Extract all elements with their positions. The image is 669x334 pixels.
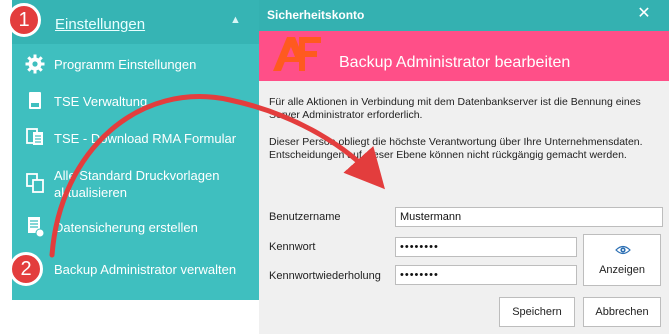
username-field[interactable]: Mustermann <box>395 207 663 227</box>
cancel-button[interactable]: Abbrechen <box>583 297 661 327</box>
dialog-body: Für alle Aktionen in Verbindung mit dem … <box>259 81 669 334</box>
dialog-banner-title: Backup Administrator bearbeiten <box>339 54 571 71</box>
af-logo <box>273 37 321 71</box>
password-repeat-field[interactable]: •••••••• <box>395 265 577 285</box>
sidebar-item-datensicherung[interactable]: Datensicherung erstellen <box>12 210 260 244</box>
sidebar-section-label[interactable]: Einstellungen <box>55 16 145 33</box>
dialog-title: Sicherheitskonto <box>267 8 365 22</box>
gear-icon <box>25 54 45 74</box>
sidebar-bottom-area <box>0 300 248 334</box>
save-button[interactable]: Speichern <box>499 297 575 327</box>
info-text-responsibility: Dieser Person obliegt die höchste Verant… <box>269 136 643 161</box>
dialog-titlebar[interactable]: Sicherheitskonto ✕ <box>259 0 669 31</box>
step-badge-2: 2 <box>9 252 43 286</box>
sidebar-item-label: TSE - Download RMA Formular <box>54 131 237 146</box>
sidebar: Einstellungen ▲ Programm Einstellungen T… <box>12 0 260 300</box>
sidebar-item-druckvorlagen[interactable]: Alle Standard Druckvorlagen aktualisiere… <box>12 163 260 203</box>
password-field[interactable]: •••••••• <box>395 237 577 257</box>
backup-document-icon <box>28 217 45 238</box>
sidebar-section-header[interactable]: Einstellungen ▲ <box>12 0 260 44</box>
tse-chip-icon <box>29 92 41 109</box>
show-password-button[interactable]: Anzeigen <box>583 234 661 286</box>
password-label: Kennwort <box>269 241 316 253</box>
form-download-icon <box>26 128 43 145</box>
sidebar-item-backup-administrator[interactable]: Backup Administrator verwalten <box>12 252 260 286</box>
show-password-label: Anzeigen <box>599 264 645 276</box>
step-badge-1: 1 <box>7 3 41 37</box>
password-repeat-label: Kennwortwiederholung <box>269 270 381 282</box>
info-text-requirement: Für alle Aktionen in Verbindung mit dem … <box>269 96 641 121</box>
eye-icon <box>615 245 631 255</box>
dialog-banner: Backup Administrator bearbeiten <box>259 31 669 81</box>
username-label: Benutzername <box>269 211 341 223</box>
sidebar-item-label: Backup Administrator verwalten <box>54 262 237 277</box>
chevron-up-icon[interactable]: ▲ <box>230 14 241 26</box>
close-icon[interactable]: ✕ <box>630 2 658 26</box>
copy-templates-icon <box>26 173 44 193</box>
sidebar-item-label: Datensicherung erstellen <box>54 220 198 235</box>
sidebar-item-label: Alle Standard Druckvorlagen aktualisiere… <box>54 168 220 200</box>
sidebar-item-tse-verwaltung[interactable]: TSE Verwaltung <box>12 84 260 118</box>
sidebar-item-programm-einstellungen[interactable]: Programm Einstellungen <box>12 47 260 81</box>
sidebar-item-label: TSE Verwaltung <box>54 94 148 109</box>
sidebar-item-tse-download-rma[interactable]: TSE - Download RMA Formular <box>12 121 260 155</box>
sidebar-item-label: Programm Einstellungen <box>54 57 197 72</box>
